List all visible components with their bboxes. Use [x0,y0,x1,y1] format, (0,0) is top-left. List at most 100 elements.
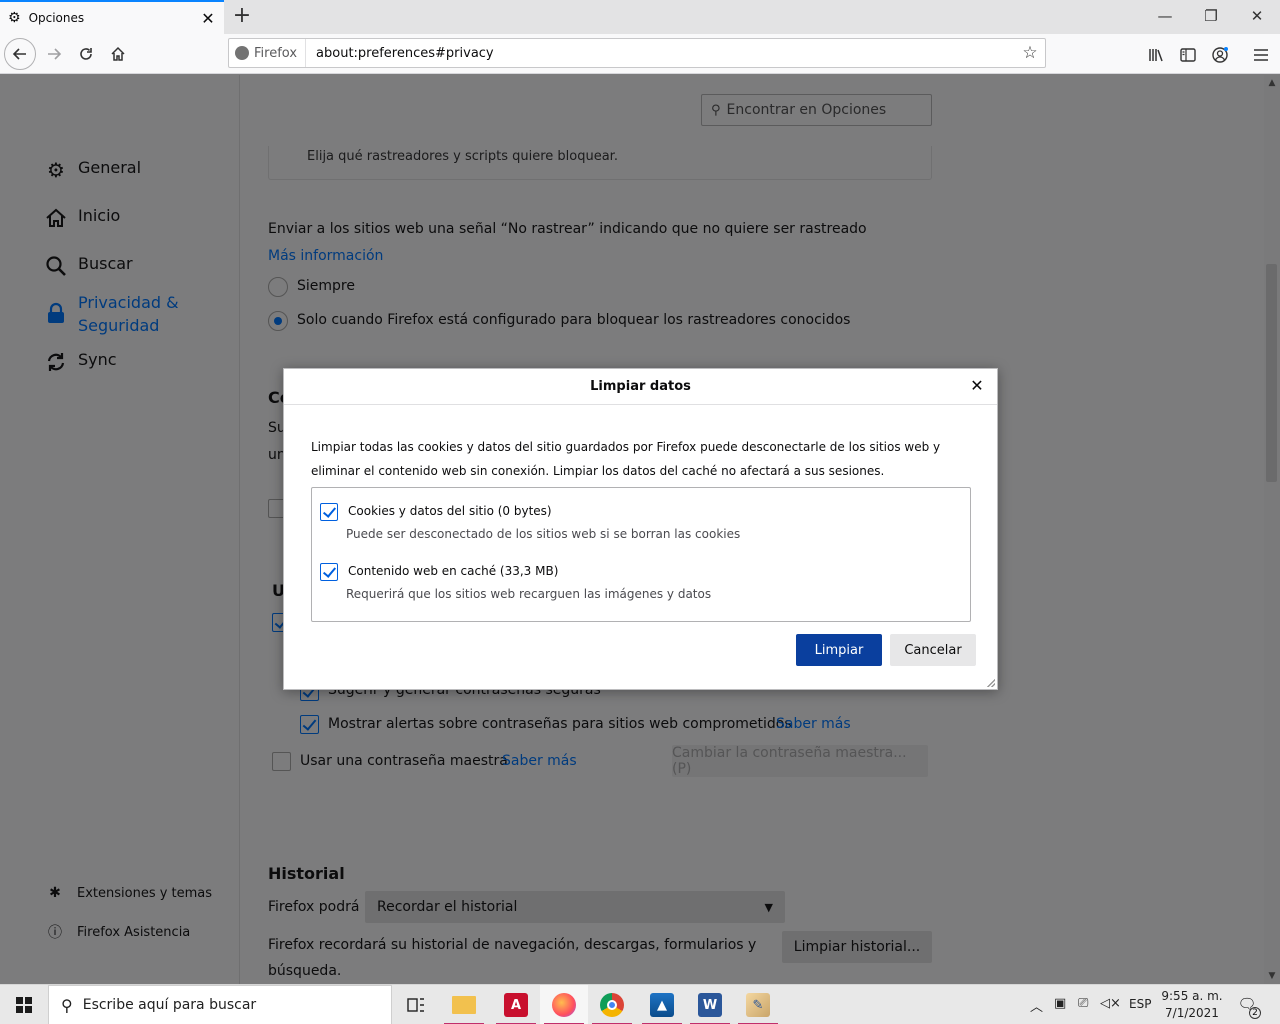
find-placeholder: Encontrar en Opciones [726,102,887,118]
word-icon[interactable]: W [686,985,734,1024]
tab-title: Opciones [28,11,85,25]
acrobat-icon[interactable]: A [492,985,540,1024]
master-password-learn-more-link[interactable]: Saber más [502,753,577,769]
resize-grip-icon[interactable] [987,679,995,687]
search-icon: ⚲ [61,995,73,1015]
dnt-only-tracking-radio[interactable] [268,311,288,331]
back-button[interactable] [4,38,36,70]
sync-icon [44,350,68,374]
find-in-options-input[interactable]: ⚲ Encontrar en Opciones [701,94,932,126]
cache-checkbox[interactable] [320,563,338,581]
sidebar-item-buscar[interactable]: Buscar [44,254,133,278]
chrome-icon[interactable] [588,985,636,1024]
clock[interactable]: 9:55 a. m. 7/1/2021 [1160,988,1224,1022]
volume-muted-icon[interactable]: ◁× [1100,996,1121,1011]
tab-opciones[interactable]: ⚙ Opciones ✕ [0,0,224,34]
show-hidden-icons-icon[interactable]: ︿ [1030,996,1043,1015]
master-password-checkbox[interactable] [272,752,291,771]
network-icon[interactable]: ⎚ [1078,996,1088,1011]
tab-close-button[interactable]: ✕ [200,9,216,28]
start-button[interactable] [0,985,48,1024]
meet-now-icon[interactable]: ▣ [1054,996,1066,1011]
dialog-description-line: eliminar el contenido web sin conexión. … [311,464,885,478]
paint-icon[interactable]: ✎ [734,985,782,1024]
sidebar-item-label: Privacidad & [78,293,179,312]
back-icon [12,48,26,60]
cancel-button[interactable]: Cancelar [890,634,976,666]
restore-button[interactable]: ❐ [1188,0,1234,34]
scrollbar[interactable] [1264,75,1280,984]
sidebar-item-label: Seguridad [78,316,160,335]
scroll-down-icon[interactable]: ▼ [1264,968,1280,984]
new-tab-button[interactable]: + [228,3,256,31]
sidebar-item-extensions[interactable]: ✱ Extensiones y temas [46,885,212,901]
cookies-checkbox[interactable] [320,503,338,521]
url-bar[interactable]: Firefox about:preferences#privacy ☆ [228,38,1046,68]
navigation-toolbar: Firefox about:preferences#privacy ☆ [0,34,1280,74]
url-text[interactable]: about:preferences#privacy [316,46,1015,61]
taskbar-search-placeholder: Escribe aquí para buscar [82,997,257,1013]
clock-time: 9:55 a. m. [1161,989,1223,1003]
cookies-option-label[interactable]: Cookies y datos del sitio (0 bytes) [348,504,552,518]
dnt-option-label: Solo cuando Firefox está configurado par… [297,312,851,328]
clear-history-button[interactable]: Limpiar historial... [782,931,932,963]
minimize-button[interactable]: — [1142,0,1188,34]
reload-icon [80,48,92,60]
scroll-up-icon[interactable]: ▲ [1264,75,1280,91]
sidebar-item-label: General [78,158,142,177]
firefox-icon[interactable] [540,985,588,1024]
gear-icon: ⚙ [47,158,65,182]
sidebar-item-general[interactable]: ⚙ General [44,158,141,182]
gear-icon: ⚙ [8,10,21,26]
cookies-option-description: Puede ser desconectado de los sitios web… [346,527,741,541]
search-icon: ⚲ [711,102,721,118]
history-heading: Historial [268,864,345,883]
photos-icon[interactable]: ▲ [638,985,686,1024]
dialog-description-line: Limpiar todas las cookies y datos del si… [311,440,941,454]
sidebar-icon[interactable] [1177,44,1199,66]
dialog-description: Limpiar todas las cookies y datos del si… [311,435,971,483]
breach-alerts-learn-more-link[interactable]: Saber más [776,716,851,732]
forward-icon [48,48,62,60]
task-view-icon[interactable] [392,985,440,1024]
sidebar-item-label: Buscar [78,254,133,273]
master-password-label: Usar una contraseña maestra [300,753,508,769]
dnt-always-radio[interactable] [268,277,288,297]
custom-tracking-box: Elija qué rastreadores y scripts quiere … [268,146,932,180]
sidebar-item-label: Sync [78,350,117,369]
sidebar-item-support[interactable]: ⓘ Firefox Asistencia [46,922,190,942]
close-window-button[interactable]: ✕ [1234,0,1280,34]
reload-button[interactable] [70,38,102,70]
search-icon [44,254,68,278]
sidebar-item-sync[interactable]: Sync [44,350,117,374]
account-icon[interactable] [1209,44,1231,66]
breach-alerts-checkbox[interactable] [300,715,319,734]
dialog-close-button[interactable]: ✕ [967,376,987,396]
firefox-identity-icon [235,46,249,60]
dnt-option-label: Siempre [297,278,355,294]
bookmark-star-icon[interactable]: ☆ [1015,43,1045,63]
home-button[interactable] [102,38,134,70]
library-icon[interactable] [1146,44,1168,66]
cache-option-description: Requerirá que los sitios web recarguen l… [346,587,712,601]
clear-button[interactable]: Limpiar [796,634,882,666]
sidebar-item-inicio[interactable]: Inicio [44,206,120,230]
change-master-password-button[interactable]: Cambiar la contraseña maestra... (P) [672,745,928,777]
file-explorer-icon[interactable] [440,985,488,1024]
taskbar-search-box[interactable]: ⚲ Escribe aquí para buscar [48,985,392,1024]
forward-button[interactable] [38,38,70,70]
history-will-label: Firefox podrá [268,899,360,915]
menu-icon[interactable] [1250,44,1272,66]
dialog-title: Limpiar datos [590,379,691,394]
dnt-learn-more-link[interactable]: Más información [268,248,383,264]
sidebar-item-privacidad[interactable]: Privacidad & Seguridad [44,291,179,337]
cache-option-label[interactable]: Contenido web en caché (33,3 MB) [348,564,558,578]
lock-icon [44,301,68,325]
notifications-icon[interactable]: 🗨 2 [1236,995,1261,1019]
language-indicator[interactable]: ESP [1129,997,1151,1011]
identity-box[interactable]: Firefox [229,39,307,67]
sidebar-item-label: Firefox Asistencia [77,924,191,940]
history-mode-select[interactable]: Recordar el historial ▼ [365,891,785,923]
sidebar-item-label: Extensiones y temas [77,885,213,901]
scrollbar-thumb[interactable] [1266,264,1277,482]
